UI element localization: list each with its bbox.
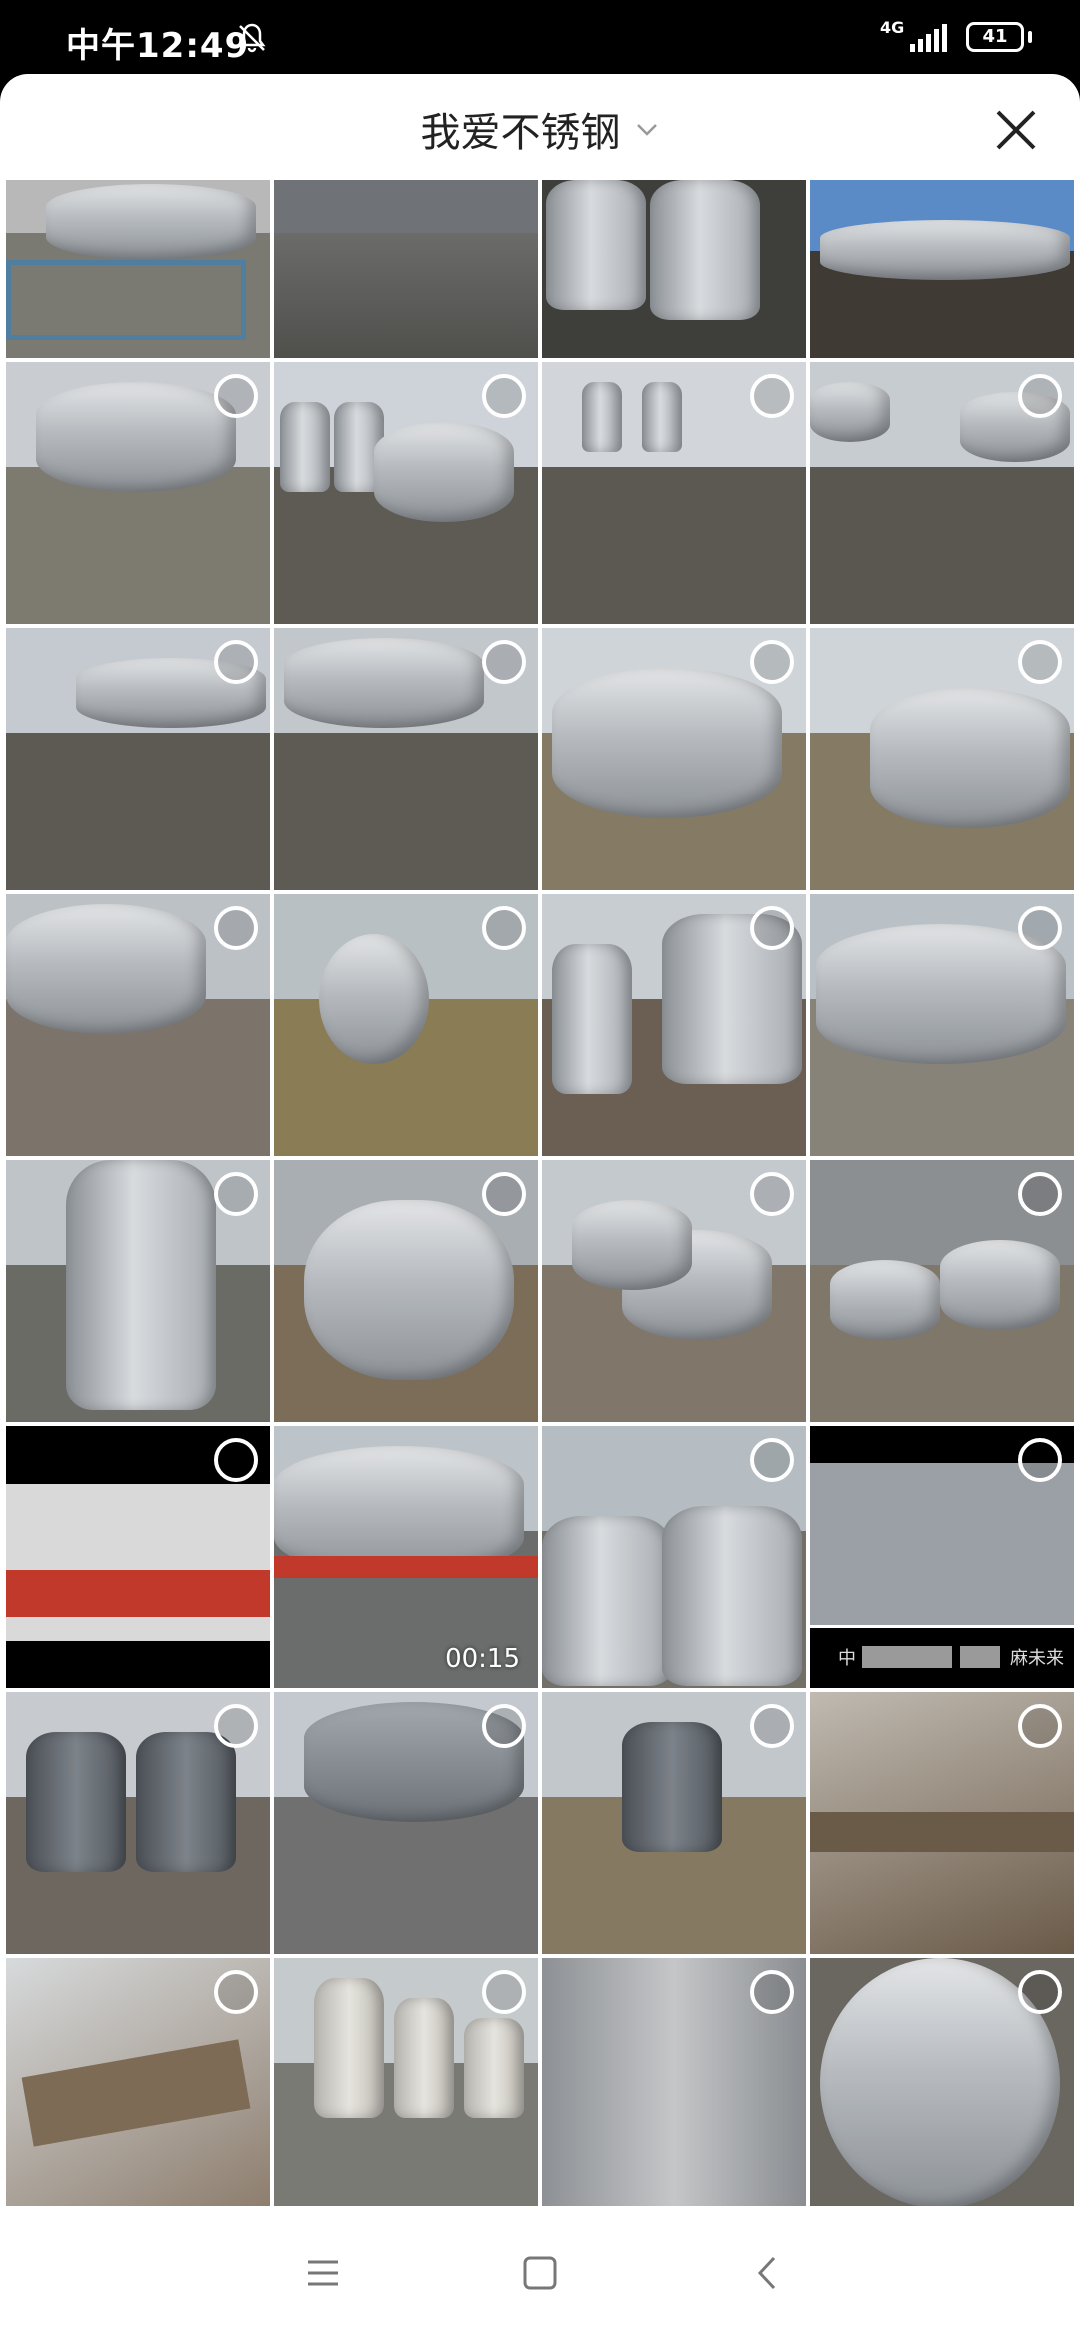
select-circle[interactable] <box>214 640 258 684</box>
select-circle[interactable] <box>214 1970 258 2014</box>
photo-tile[interactable] <box>274 180 538 358</box>
blurred-text <box>960 1646 1000 1668</box>
select-circle[interactable] <box>482 1704 526 1748</box>
photo-tile[interactable] <box>810 362 1074 624</box>
caption-bar: 中 麻未来 <box>810 1628 1074 1688</box>
blurred-text <box>862 1646 952 1668</box>
select-circle[interactable] <box>1018 1970 1062 2014</box>
photo-tile[interactable] <box>810 180 1074 358</box>
signal-area: 4G 41 <box>880 18 1040 58</box>
photo-tile[interactable] <box>6 362 270 624</box>
caption-left: 中 <box>838 1648 856 1669</box>
photo-tile[interactable] <box>6 180 270 358</box>
photo-tile[interactable] <box>6 628 270 890</box>
photo-tile[interactable] <box>274 894 538 1156</box>
do-not-disturb-icon <box>238 23 266 53</box>
photo-tile[interactable] <box>274 1958 538 2220</box>
battery-tip <box>1028 31 1032 43</box>
sheet-header: 我爱不锈钢 <box>0 74 1080 180</box>
status-bar: 中午12:49 4G 41 <box>0 0 1080 72</box>
photo-tile[interactable] <box>6 1426 270 1688</box>
select-circle[interactable] <box>1018 374 1062 418</box>
photo-tile[interactable] <box>6 894 270 1156</box>
select-circle[interactable] <box>1018 906 1062 950</box>
photo-tile[interactable]: 中 麻未来 <box>810 1426 1074 1688</box>
home-icon[interactable] <box>515 2248 565 2298</box>
network-type: 4G <box>880 18 905 37</box>
close-icon[interactable] <box>990 104 1042 156</box>
photo-tile[interactable] <box>6 1692 270 1954</box>
photo-tile[interactable] <box>542 1692 806 1954</box>
photo-tile[interactable] <box>542 628 806 890</box>
photo-tile[interactable] <box>810 1958 1074 2220</box>
album-selector[interactable]: 我爱不锈钢 <box>0 100 1080 160</box>
select-circle[interactable] <box>214 374 258 418</box>
select-circle[interactable] <box>214 1704 258 1748</box>
photo-tile[interactable] <box>542 1160 806 1422</box>
select-circle[interactable] <box>750 1970 794 2014</box>
battery-level: 41 <box>982 26 1008 47</box>
select-circle[interactable] <box>214 906 258 950</box>
select-circle[interactable] <box>482 374 526 418</box>
battery-icon: 41 <box>966 22 1024 52</box>
photo-tile[interactable] <box>810 628 1074 890</box>
select-circle[interactable] <box>1018 1704 1062 1748</box>
select-circle[interactable] <box>482 906 526 950</box>
photo-tile[interactable] <box>810 1160 1074 1422</box>
photo-tile[interactable] <box>6 1958 270 2220</box>
photo-tile[interactable] <box>274 628 538 890</box>
video-tile[interactable]: 00:15 <box>274 1426 538 1688</box>
select-circle[interactable] <box>1018 1172 1062 1216</box>
select-circle[interactable] <box>1018 1438 1062 1482</box>
photo-tile[interactable] <box>274 1160 538 1422</box>
photo-tile[interactable] <box>542 1958 806 2220</box>
photo-tile[interactable] <box>542 1426 806 1688</box>
signal-icon <box>910 24 947 52</box>
photo-tile[interactable] <box>274 362 538 624</box>
select-circle[interactable] <box>750 1438 794 1482</box>
select-circle[interactable] <box>482 1172 526 1216</box>
caption-right: 麻未来 <box>1010 1648 1064 1669</box>
select-circle[interactable] <box>750 640 794 684</box>
photo-tile[interactable] <box>810 1692 1074 1954</box>
select-circle[interactable] <box>1018 640 1062 684</box>
album-sheet: 我爱不锈钢 00:15 中 麻未来 <box>0 74 1080 2340</box>
photo-tile[interactable] <box>274 1692 538 1954</box>
select-circle[interactable] <box>214 1438 258 1482</box>
status-time: 中午12:49 <box>66 26 250 66</box>
system-nav-bar <box>0 2206 1080 2340</box>
photo-tile[interactable] <box>810 894 1074 1156</box>
photo-tile[interactable] <box>542 180 806 358</box>
select-circle[interactable] <box>750 374 794 418</box>
select-circle[interactable] <box>214 1172 258 1216</box>
video-duration: 00:15 <box>445 1644 520 1674</box>
menu-icon[interactable] <box>298 2248 348 2298</box>
select-circle[interactable] <box>750 906 794 950</box>
select-circle[interactable] <box>482 640 526 684</box>
photo-tile[interactable] <box>6 1160 270 1422</box>
select-circle[interactable] <box>482 1970 526 2014</box>
photo-tile[interactable] <box>542 362 806 624</box>
chevron-down-icon <box>636 124 657 136</box>
select-circle[interactable] <box>750 1172 794 1216</box>
select-circle[interactable] <box>750 1704 794 1748</box>
back-icon[interactable] <box>742 2248 792 2298</box>
album-title: 我爱不锈钢 <box>420 110 621 156</box>
photo-tile[interactable] <box>542 894 806 1156</box>
